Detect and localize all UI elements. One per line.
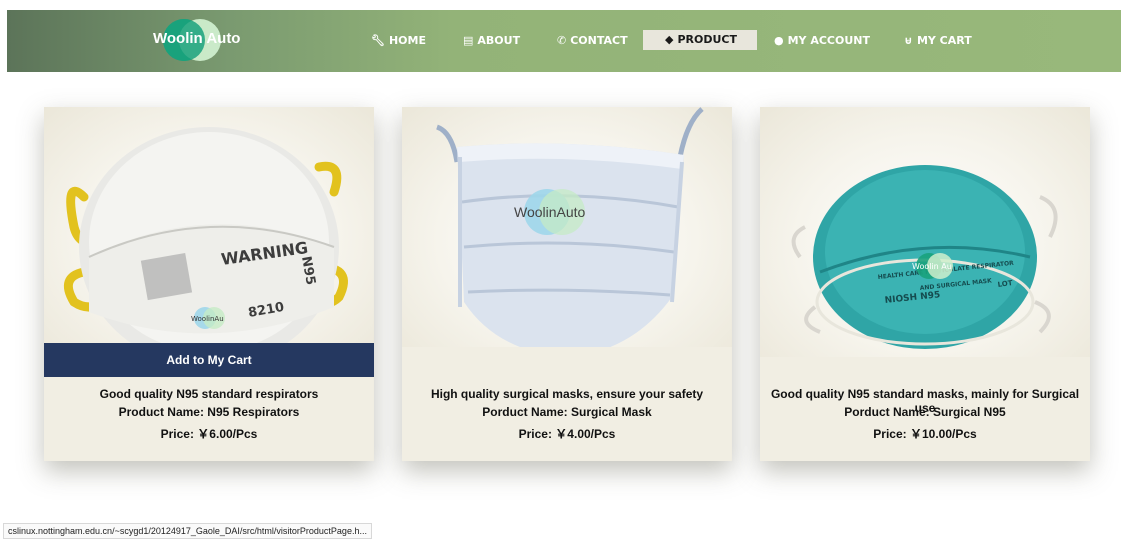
product-card-surgical-n95[interactable]: HEALTH CARE PARTICULATE RESPIRATOR AND S… — [760, 107, 1090, 461]
card2-watermark: WoolinAuto — [514, 204, 586, 220]
product-price: Price: ￥4.00/Pcs — [518, 427, 616, 441]
nav-contact[interactable]: ✆ CONTACT — [557, 10, 628, 72]
brand-logo[interactable]: Woolin Auto — [153, 19, 247, 61]
product-price: Price: ￥10.00/Pcs — [873, 427, 977, 441]
tag-icon: ◆ — [665, 33, 674, 46]
wrench-icon: 🔧︎ — [371, 34, 385, 47]
product-price: Price: ￥6.00/Pcs — [160, 427, 258, 441]
document-icon: ▤ — [463, 34, 474, 47]
phone-icon: ✆ — [557, 34, 567, 47]
product-name: Porduct Name: Surgical Mask — [482, 405, 652, 419]
nav-product[interactable]: ◆ PRODUCT — [643, 30, 757, 50]
product-headline: High quality surgical masks, ensure your… — [430, 387, 704, 401]
nav-my-account-label: MY ACCOUNT — [787, 34, 871, 47]
basket-icon: ⊌ — [904, 34, 913, 47]
nav-my-account[interactable]: ● MY ACCOUNT — [774, 10, 870, 72]
product-image-surgical-n95[interactable]: HEALTH CARE PARTICULATE RESPIRATOR AND S… — [760, 107, 1090, 357]
product-card-surgical-mask[interactable]: WoolinAuto High quality surgical masks, … — [402, 107, 732, 461]
nav-home-label: HOME — [388, 34, 426, 47]
product-card-n95-respirator[interactable]: WARNING N95 8210 WoolinAu Add to My Cart… — [44, 107, 374, 461]
nav-about-label: ABOUT — [477, 34, 521, 47]
nav-contact-label: CONTACT — [570, 34, 628, 47]
surgical-mask-illustration: WoolinAuto — [435, 107, 704, 347]
product-image-n95-respirator[interactable]: WARNING N95 8210 WoolinAu — [44, 107, 374, 343]
top-navbar: Woolin Auto 🔧︎ HOME ▤ ABOUT ✆ CONTACT ◆ PROD… — [7, 10, 1121, 72]
nav-product-label: PRODUCT — [677, 33, 737, 46]
product-name: Product Name: N95 Respirators — [118, 405, 300, 419]
add-to-cart-button[interactable]: Add to My Cart — [44, 343, 374, 377]
nav-my-cart-label: MY CART — [916, 34, 972, 47]
nav-about[interactable]: ▤ ABOUT — [463, 10, 520, 72]
product-name: Porduct Name: Surgical N95 — [844, 405, 1006, 419]
card1-watermark: WoolinAu — [191, 315, 224, 323]
product-image-surgical-mask[interactable]: WoolinAuto — [402, 107, 732, 347]
surgical-n95-illustration: HEALTH CARE PARTICULATE RESPIRATOR AND S… — [791, 165, 1058, 349]
nav-my-cart[interactable]: ⊌ MY CART — [904, 10, 972, 72]
n95-respirator-illustration: WARNING N95 8210 WoolinAu — [63, 127, 348, 343]
product-headline: Good quality N95 standard respirators — [99, 387, 319, 401]
brand-name: Woolin Auto — [153, 30, 241, 47]
card3-watermark: Woolin Au — [912, 262, 952, 271]
user-icon: ● — [774, 34, 784, 47]
nav-home[interactable]: 🔧︎ HOME — [371, 10, 426, 72]
